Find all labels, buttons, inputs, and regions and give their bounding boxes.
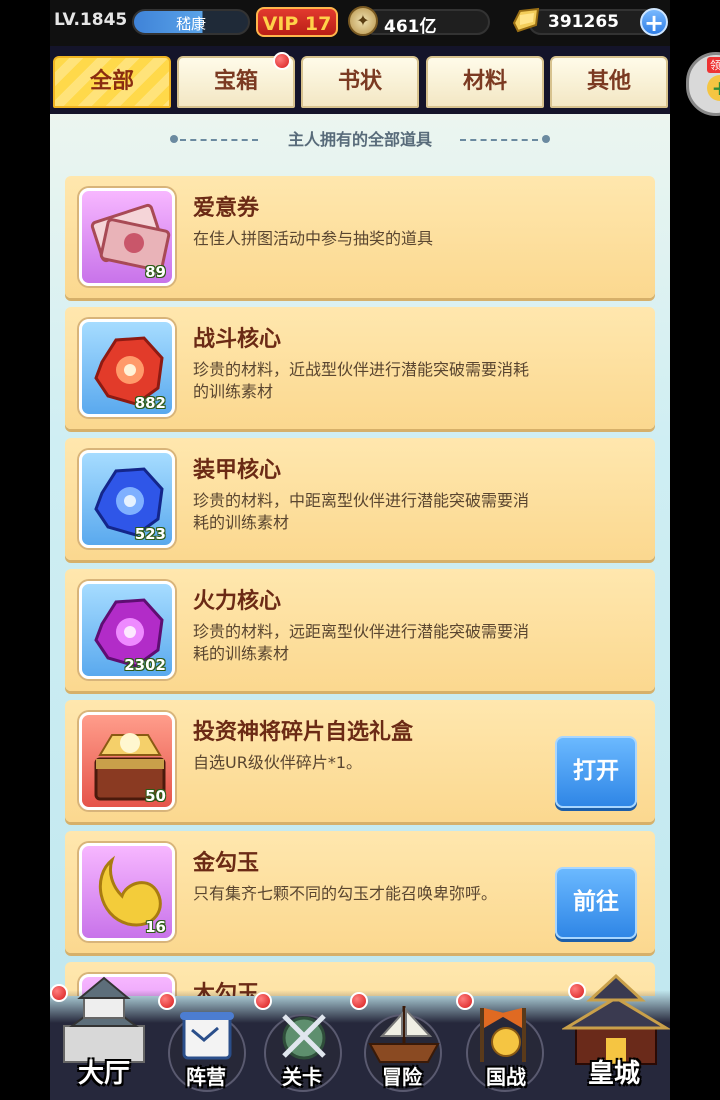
treasure-chest-icon: 50: [79, 712, 175, 810]
right-black-bar: [670, 0, 720, 1100]
player-level: LV.1845: [54, 10, 128, 30]
nav-adventure[interactable]: 冒险: [350, 990, 454, 1100]
red-core-icon: 882: [79, 319, 175, 417]
coin-amount: 461亿: [384, 17, 437, 37]
tab-other[interactable]: 其他: [550, 56, 668, 108]
player-name: 嵇康: [175, 15, 206, 33]
nav-label: 皇城: [587, 1059, 640, 1089]
floating-tag: 领: [707, 57, 720, 73]
item-count: 16: [145, 918, 166, 936]
tab-all[interactable]: 全部: [53, 56, 171, 108]
item-description: 只有集齐七颗不同的勾玉才能召唤卑弥呼。: [193, 884, 498, 903]
item-name: 火力核心: [193, 589, 282, 614]
game-area: LV.1845 嵇康 VIP 17 461亿 ✦ 391265 + 全部 宝箱 …: [50, 0, 670, 1100]
item-description: 珍贵的材料，中距离型伙伴进行潜能突破需要消耗的训练素材: [193, 491, 530, 532]
purple-core-icon: 2302: [79, 581, 175, 679]
item-card-love-ticket[interactable]: 89 爱意券 在佳人拼图活动中参与抽奖的道具: [65, 176, 655, 298]
nav-hall-badge: [50, 984, 68, 1002]
item-count: 89: [145, 263, 166, 281]
left-black-bar: [0, 0, 50, 1100]
blue-core-icon: 523: [79, 450, 175, 548]
item-card-firepower-core[interactable]: 2302 火力核心 珍贵的材料，远距离型伙伴进行潜能突破需要消耗的训练素材: [65, 569, 655, 691]
scroll-map-icon: [180, 1012, 234, 1060]
dash-dot-left: [170, 135, 178, 143]
nav-stage-badge: [254, 992, 272, 1010]
ticket-icon: 89: [79, 188, 175, 286]
item-name: 金勾玉: [193, 851, 260, 876]
item-list[interactable]: 89 爱意券 在佳人拼图活动中参与抽奖的道具 882 战斗核心 珍贵的材料，近战…: [50, 176, 670, 996]
nav-label: 关卡: [282, 1065, 322, 1089]
item-name: 投资神将碎片自选礼盒: [193, 720, 414, 745]
vip-badge[interactable]: VIP 17: [256, 7, 338, 37]
player-name-bar[interactable]: 嵇康: [132, 9, 250, 35]
coin-bar: 461亿: [362, 9, 490, 37]
nav-label: 冒险: [382, 1065, 422, 1089]
plus-icon: +: [707, 75, 720, 101]
nav-label: 阵营: [186, 1065, 226, 1089]
nav-adventure-badge: [350, 992, 368, 1010]
nav-camp-badge: [158, 992, 176, 1010]
dash-dot-right: [542, 135, 550, 143]
subtitle-text: 主人拥有的全部道具: [287, 130, 432, 149]
item-card-fragment-box[interactable]: 50 投资神将碎片自选礼盒 自选UR级伙伴碎片*1。 打开: [65, 700, 655, 822]
crossed-swords-icon: [282, 1014, 326, 1060]
nav-imperial-city[interactable]: 皇城: [558, 973, 670, 1100]
nav-camp[interactable]: 阵营: [158, 990, 254, 1100]
nav-war-badge: [456, 992, 474, 1010]
nav-label: 国战: [486, 1065, 526, 1089]
item-card-gold-magatama[interactable]: 16 金勾玉 只有集齐七颗不同的勾玉才能召唤卑弥呼。 前往: [65, 831, 655, 953]
item-count: 882: [134, 394, 166, 412]
nav-label: 大厅: [77, 1059, 130, 1089]
gold-amount: 391265: [548, 12, 619, 32]
item-description: 珍贵的材料，近战型伙伴进行潜能突破需要消耗的训练素材: [193, 360, 530, 401]
item-name: 战斗核心: [193, 327, 282, 352]
item-name: 爱意券: [193, 196, 260, 221]
gold-ingot-icon: [512, 7, 540, 33]
tab-chest-badge: [273, 52, 291, 70]
gold-bar: 391265: [528, 9, 658, 35]
item-description: 在佳人拼图活动中参与抽奖的道具: [193, 229, 434, 248]
item-card-armor-core[interactable]: 523 装甲核心 珍贵的材料，中距离型伙伴进行潜能突破需要消耗的训练素材: [65, 438, 655, 560]
ship-icon: [368, 1006, 440, 1063]
tab-letter[interactable]: 书状: [301, 56, 419, 108]
top-status-bar: LV.1845 嵇康 VIP 17 461亿 ✦ 391265 +: [50, 0, 670, 46]
item-card-battle-core[interactable]: 882 战斗核心 珍贵的材料，近战型伙伴进行潜能突破需要消耗的训练素材: [65, 307, 655, 429]
castle-icon: [63, 976, 145, 1063]
open-button[interactable]: 打开: [555, 736, 637, 808]
item-count: 2302: [124, 656, 166, 674]
item-description: 自选UR级伙伴碎片*1。: [193, 753, 363, 772]
item-count: 50: [145, 787, 166, 805]
item-name: 装甲核心: [193, 458, 282, 483]
subtitle-row: 主人拥有的全部道具: [50, 126, 670, 154]
coin-icon: ✦: [348, 6, 378, 36]
add-gold-button[interactable]: +: [640, 8, 668, 37]
item-description: 珍贵的材料，远距离型伙伴进行潜能突破需要消耗的训练素材: [193, 622, 530, 663]
dash-line-left: [180, 139, 258, 141]
war-flags-icon: [480, 1008, 526, 1062]
go-button[interactable]: 前往: [555, 867, 637, 939]
nav-war[interactable]: 国战: [454, 990, 558, 1100]
tab-material[interactable]: 材料: [426, 56, 544, 108]
magatama-icon: 16: [79, 843, 175, 941]
nav-hall[interactable]: 大厅: [50, 976, 158, 1100]
bottom-nav: 大厅 阵营 关卡 冒险 国战 皇城: [50, 973, 670, 1100]
dash-line-right: [460, 139, 538, 141]
nav-stage[interactable]: 关卡: [254, 990, 350, 1100]
nav-imperial-badge: [568, 982, 586, 1000]
item-count: 523: [134, 525, 166, 543]
